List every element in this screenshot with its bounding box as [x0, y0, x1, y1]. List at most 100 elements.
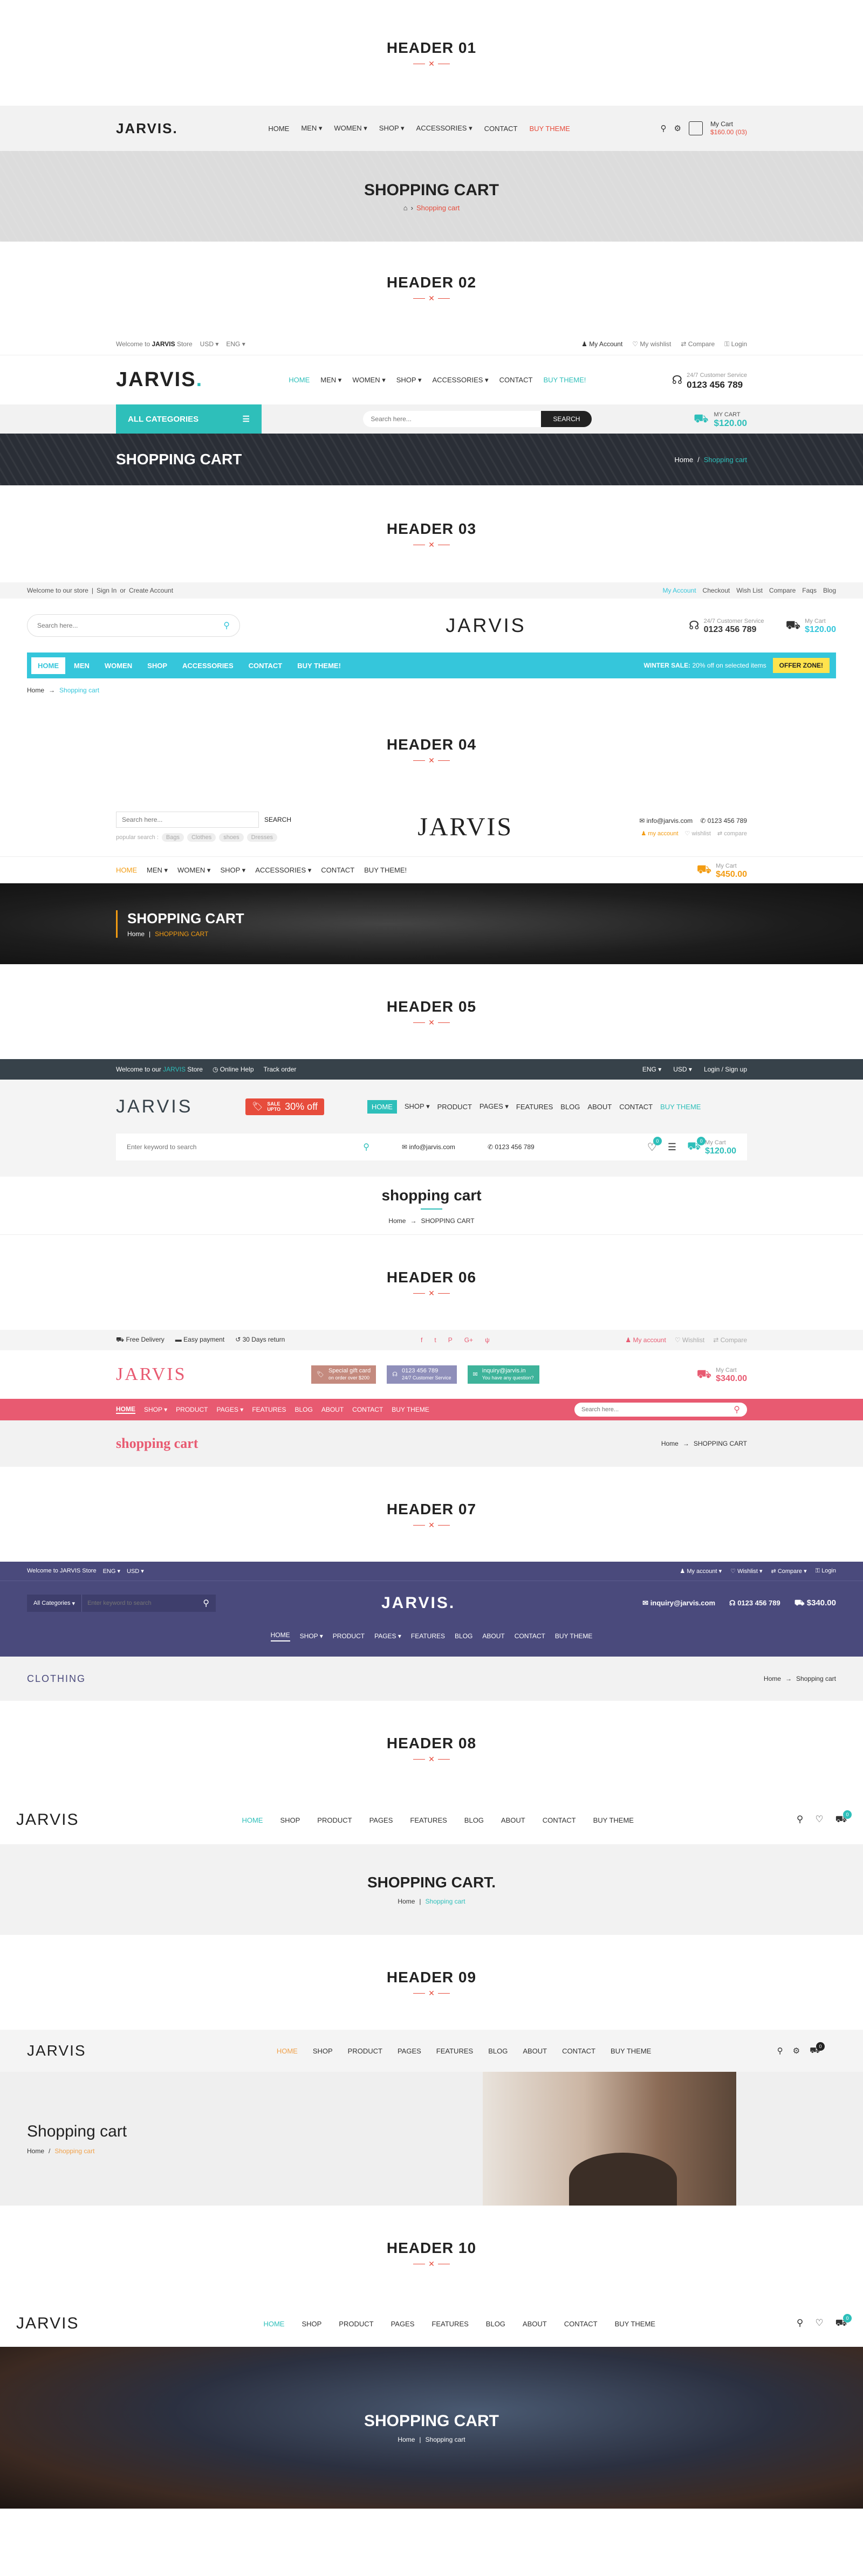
- wishlist-icon[interactable]: ♡: [815, 2318, 823, 2330]
- cart-summary[interactable]: My Cart $160.00 (03): [710, 120, 747, 136]
- login-link[interactable]: ⚿ Login: [724, 340, 747, 348]
- my-account-link[interactable]: ♟ my account: [641, 830, 678, 837]
- compare-link[interactable]: Compare: [769, 587, 796, 594]
- logo[interactable]: JARVIS: [417, 812, 513, 842]
- search-input[interactable]: [363, 411, 542, 427]
- logo[interactable]: JARVIS.: [116, 120, 178, 137]
- nav-buy-theme[interactable]: BUY THEME!: [543, 376, 586, 384]
- tag[interactable]: Bags: [161, 833, 184, 842]
- facebook-icon[interactable]: f: [421, 1336, 422, 1344]
- email-link[interactable]: ✉ info@jarvis.com: [402, 1143, 455, 1151]
- nav-shop[interactable]: SHOP ▾: [300, 1632, 323, 1640]
- tag[interactable]: shoes: [219, 833, 244, 842]
- nav-home[interactable]: HOME: [277, 2047, 298, 2055]
- search-input[interactable]: [82, 1600, 190, 1606]
- nav-accessories[interactable]: ACCESSORIES ▾: [416, 124, 472, 133]
- compare-link[interactable]: ⇄ Compare: [713, 1336, 747, 1344]
- logo[interactable]: JARVIS: [446, 614, 526, 637]
- track-order-link[interactable]: Track order: [264, 1066, 297, 1073]
- gift-card-promo[interactable]: 🏷 Special gift card on order over $200: [311, 1365, 376, 1384]
- checkout-link[interactable]: Checkout: [703, 587, 730, 594]
- nav-shop[interactable]: SHOP ▾: [396, 376, 422, 384]
- home-icon[interactable]: ⌂: [403, 204, 408, 212]
- search-icon[interactable]: ⚲: [203, 1598, 216, 1609]
- nav-product[interactable]: PRODUCT: [333, 1632, 365, 1640]
- nav-buy-theme[interactable]: BUY THEME!: [291, 657, 347, 674]
- nav-pages[interactable]: PAGES ▾: [374, 1632, 401, 1640]
- nav-home[interactable]: HOME: [31, 657, 65, 674]
- logo[interactable]: JARVIS.: [381, 1594, 455, 1612]
- compare-link[interactable]: ⇄ compare: [717, 830, 747, 837]
- sign-in-link[interactable]: Sign In: [97, 587, 117, 594]
- nav-contact[interactable]: CONTACT: [619, 1103, 653, 1111]
- nav-accessories[interactable]: ACCESSORIES ▾: [433, 376, 489, 384]
- cart-summary[interactable]: ⛟ My Cart $340.00: [696, 1366, 747, 1383]
- compare-link[interactable]: ⇄ Compare: [681, 340, 715, 348]
- email-promo[interactable]: ✉ inquiry@jarvis.in You have any question?: [467, 1365, 539, 1384]
- nav-features[interactable]: FEATURES: [411, 1632, 445, 1640]
- nav-shop[interactable]: SHOP: [141, 657, 174, 674]
- nav-buy-theme[interactable]: BUY THEME: [593, 1816, 634, 1824]
- nav-product[interactable]: PRODUCT: [176, 1406, 208, 1413]
- language-select[interactable]: ENG ▾: [226, 340, 245, 348]
- search-input[interactable]: [581, 1406, 722, 1413]
- nav-features[interactable]: FEATURES: [432, 2320, 468, 2328]
- nav-blog[interactable]: BLOG: [464, 1816, 484, 1824]
- wishlist-link[interactable]: ♡ Wishlist: [675, 1336, 704, 1344]
- cart-summary[interactable]: ⛟ My Cart $450.00: [696, 862, 747, 878]
- nav-pages[interactable]: PAGES: [398, 2047, 421, 2055]
- instagram-icon[interactable]: ψ: [485, 1336, 490, 1344]
- nav-buy-theme[interactable]: BUY THEME: [555, 1632, 593, 1640]
- search-icon[interactable]: ⚲: [660, 123, 666, 133]
- wishlist-link[interactable]: ♡ wishlist: [685, 830, 711, 837]
- nav-blog[interactable]: BLOG: [486, 2320, 505, 2328]
- gear-icon[interactable]: ⚙: [793, 2046, 800, 2056]
- create-account-link[interactable]: Create Account: [129, 587, 173, 594]
- cart-summary[interactable]: ⛟ MY CART $120.00: [694, 410, 747, 428]
- search-input[interactable]: [116, 812, 259, 828]
- nav-men[interactable]: MEN: [67, 657, 96, 674]
- nav-blog[interactable]: BLOG: [455, 1632, 472, 1640]
- nav-pages[interactable]: PAGES ▾: [480, 1102, 509, 1111]
- phone-link[interactable]: ☊ 0123 456 789: [729, 1599, 780, 1608]
- cart-icon[interactable]: ⛟ 0: [810, 2042, 825, 2056]
- support-promo[interactable]: ☊ 0123 456 789 24/7 Customer Service: [387, 1365, 457, 1384]
- nav-men[interactable]: MEN ▾: [147, 866, 168, 875]
- nav-men[interactable]: MEN ▾: [301, 124, 322, 133]
- nav-contact[interactable]: CONTACT: [564, 2320, 598, 2328]
- nav-women[interactable]: WOMEN ▾: [334, 124, 367, 133]
- cart-summary[interactable]: ⛟ $340.00: [794, 1598, 836, 1609]
- nav-about[interactable]: ABOUT: [523, 2320, 547, 2328]
- nav-about[interactable]: ABOUT: [321, 1406, 344, 1413]
- login-link[interactable]: ⚿ Login: [816, 1568, 836, 1575]
- search-icon[interactable]: ⚲: [797, 2318, 803, 2330]
- nav-buy-theme[interactable]: BUY THEME!: [364, 866, 407, 874]
- nav-home[interactable]: HOME: [289, 376, 310, 384]
- nav-shop[interactable]: SHOP: [302, 2320, 321, 2328]
- twitter-icon[interactable]: t: [434, 1336, 436, 1344]
- nav-women[interactable]: WOMEN: [98, 657, 139, 674]
- nav-pages[interactable]: PAGES ▾: [217, 1406, 244, 1413]
- phone-link[interactable]: ✆ 0123 456 789: [700, 817, 747, 825]
- all-categories-button[interactable]: ALL CATEGORIES ☰: [116, 404, 262, 434]
- nav-blog[interactable]: BLOG: [294, 1406, 312, 1413]
- wishlist-link[interactable]: ♡ Wishlist ▾: [730, 1568, 762, 1575]
- tag[interactable]: Dresses: [246, 833, 277, 842]
- nav-home[interactable]: HOME: [116, 1405, 135, 1414]
- blog-link[interactable]: Blog: [823, 587, 836, 594]
- nav-buy-theme[interactable]: BUY THEME: [529, 125, 570, 133]
- nav-home[interactable]: HOME: [242, 1816, 263, 1824]
- search-icon[interactable]: ⚲: [363, 1142, 369, 1152]
- nav-shop[interactable]: SHOP ▾: [379, 124, 405, 133]
- nav-product[interactable]: PRODUCT: [437, 1103, 472, 1111]
- logo[interactable]: JARVIS: [16, 1811, 79, 1829]
- nav-contact[interactable]: CONTACT: [499, 376, 533, 384]
- nav-about[interactable]: ABOUT: [523, 2047, 547, 2055]
- phone-link[interactable]: ✆ 0123 456 789: [488, 1143, 535, 1151]
- nav-shop[interactable]: SHOP: [280, 1816, 300, 1824]
- nav-contact[interactable]: CONTACT: [543, 1816, 576, 1824]
- wishlist-link[interactable]: ♡ My wishlist: [632, 340, 671, 348]
- logo[interactable]: JARVIS.: [116, 368, 203, 391]
- nav-home[interactable]: HOME: [270, 1631, 290, 1641]
- nav-product[interactable]: PRODUCT: [317, 1816, 352, 1824]
